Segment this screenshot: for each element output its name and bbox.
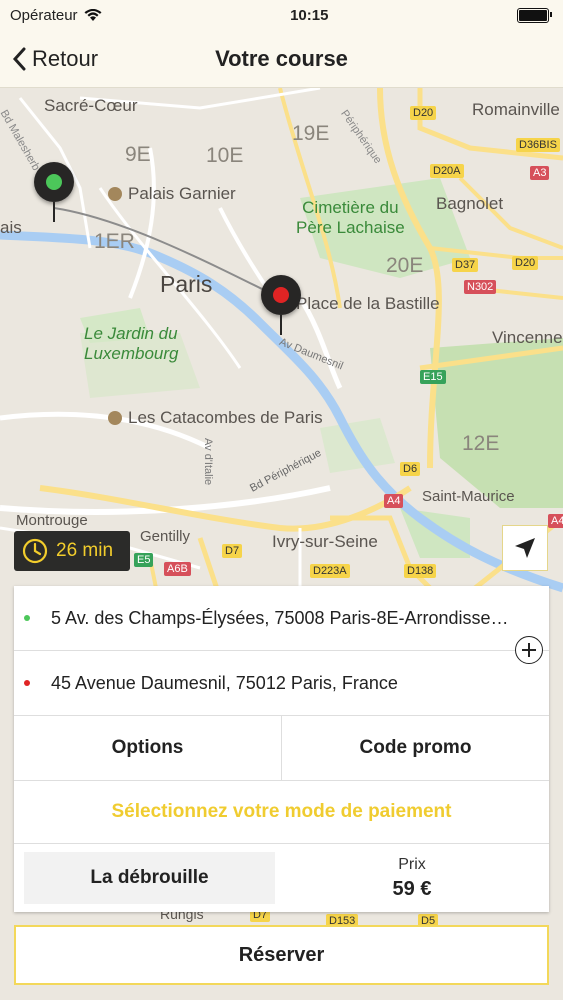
promo-code-button[interactable]: Code promo xyxy=(282,716,549,780)
map-label-arr-20: 20E xyxy=(386,254,424,277)
map-label-palais-garnier: Palais Garnier xyxy=(108,184,236,204)
landmark-icon xyxy=(108,411,122,425)
price-value: 59 € xyxy=(392,877,432,900)
road-badge: D20A xyxy=(430,164,464,178)
destination-pin-stem xyxy=(280,315,282,335)
map-label-bagnolet: Bagnolet xyxy=(436,194,504,213)
fare-row: La débrouille Prix 59 € xyxy=(14,844,549,912)
road-badge: E15 xyxy=(420,370,446,384)
origin-pin[interactable] xyxy=(34,162,74,222)
carrier: Opérateur xyxy=(0,7,102,24)
duration-label: 26 min xyxy=(56,540,114,561)
map-label-catacombes: Les Catacombes de Paris xyxy=(108,408,323,428)
chevron-left-icon xyxy=(12,47,26,70)
road-badge: D7 xyxy=(222,544,243,558)
payment-method-button[interactable]: Sélectionnez votre mode de paiement xyxy=(14,781,549,844)
status-bar: Opérateur 10:15 xyxy=(0,0,563,30)
road-badge: D6 xyxy=(400,462,421,476)
status-time: 10:15 xyxy=(290,6,329,24)
destination-pin-dot xyxy=(273,287,289,303)
road-badge: A3 xyxy=(530,166,550,180)
options-row: Options Code promo xyxy=(14,716,549,781)
landmark-icon xyxy=(108,187,122,201)
back-button[interactable]: Retour xyxy=(12,46,98,72)
map-label-arr-12: 12E xyxy=(462,432,500,455)
origin-pin-stem xyxy=(53,202,55,222)
map-label-romainville: Romainville xyxy=(472,100,560,119)
back-label: Retour xyxy=(32,45,99,71)
nav-bar: Retour Votre course xyxy=(0,30,563,88)
map-label-arr-19: 19E xyxy=(292,122,330,145)
map-label-av-italie: Av d'Italie xyxy=(202,438,214,486)
origin-pin-dot xyxy=(46,174,62,190)
location-arrow-icon xyxy=(515,538,535,558)
ride-mode-button[interactable]: La débrouille xyxy=(24,852,275,904)
price-label: Prix xyxy=(398,855,426,873)
road-badge: D36BIS xyxy=(516,138,560,152)
wifi-icon xyxy=(84,8,102,21)
map-label-jardin: Le Jardin du Luxembourg xyxy=(84,324,179,363)
destination-pin[interactable] xyxy=(261,275,301,335)
map-label-ais: ais xyxy=(0,218,22,237)
duration-badge: 26 min xyxy=(14,531,130,571)
road-badge: D223A xyxy=(310,564,350,578)
palais-garnier-text: Palais Garnier xyxy=(128,184,236,203)
road-badge: D138 xyxy=(404,564,437,578)
destination-address: 45 Avenue Daumesnil, 75012 Paris, France xyxy=(51,672,398,693)
map-label-saint-maurice: Saint-Maurice xyxy=(422,488,515,505)
origin-bullet xyxy=(24,615,30,621)
road-badge: E5 xyxy=(134,553,154,567)
origin-address: 5 Av. des Champs-Élysées, 75008 Paris-8E… xyxy=(51,607,521,628)
price-block: Prix 59 € xyxy=(275,856,549,901)
road-badge: A4 xyxy=(384,494,404,508)
road-badge: N302 xyxy=(464,280,497,294)
carrier-label: Opérateur xyxy=(10,6,78,24)
map-label-arr-10: 10E xyxy=(206,144,244,167)
road-badge: A4 xyxy=(548,514,563,528)
locate-button[interactable] xyxy=(502,525,548,571)
destination-bullet xyxy=(24,680,30,686)
map-label-vincennes: Vincenne xyxy=(492,328,563,347)
catacombes-text: Les Catacombes de Paris xyxy=(128,408,323,427)
reserve-button[interactable]: Réserver xyxy=(14,925,549,985)
road-badge: A6B xyxy=(164,562,191,576)
trip-card: 5 Av. des Champs-Élysées, 75008 Paris-8E… xyxy=(14,586,549,912)
add-stop-icon[interactable] xyxy=(515,636,543,664)
destination-address-row[interactable]: 45 Avenue Daumesnil, 75012 Paris, France xyxy=(14,651,549,716)
battery-icon xyxy=(516,7,552,23)
clock-icon xyxy=(22,538,48,564)
road-badge: D20 xyxy=(410,106,437,120)
map-label-paris: Paris xyxy=(160,271,213,297)
map-label-sacre-coeur: Sacré-Cœur xyxy=(44,96,138,115)
origin-address-row[interactable]: 5 Av. des Champs-Élysées, 75008 Paris-8E… xyxy=(14,586,549,651)
map-label-gentilly: Gentilly xyxy=(140,528,191,545)
map-label-arr-1: 1ER xyxy=(94,230,135,253)
map-label-montrouge: Montrouge xyxy=(16,512,88,529)
map-label-arr-9: 9E xyxy=(125,143,151,166)
map-label-ivry: Ivry-sur-Seine xyxy=(272,532,378,551)
options-button[interactable]: Options xyxy=(14,716,282,780)
road-badge: D20 xyxy=(512,256,539,270)
road-badge: D37 xyxy=(452,258,479,272)
map-label-place-bastille: Place de la Bastille xyxy=(296,294,440,313)
map-label-cimetiere: Cimetière du Père Lachaise xyxy=(296,198,405,237)
